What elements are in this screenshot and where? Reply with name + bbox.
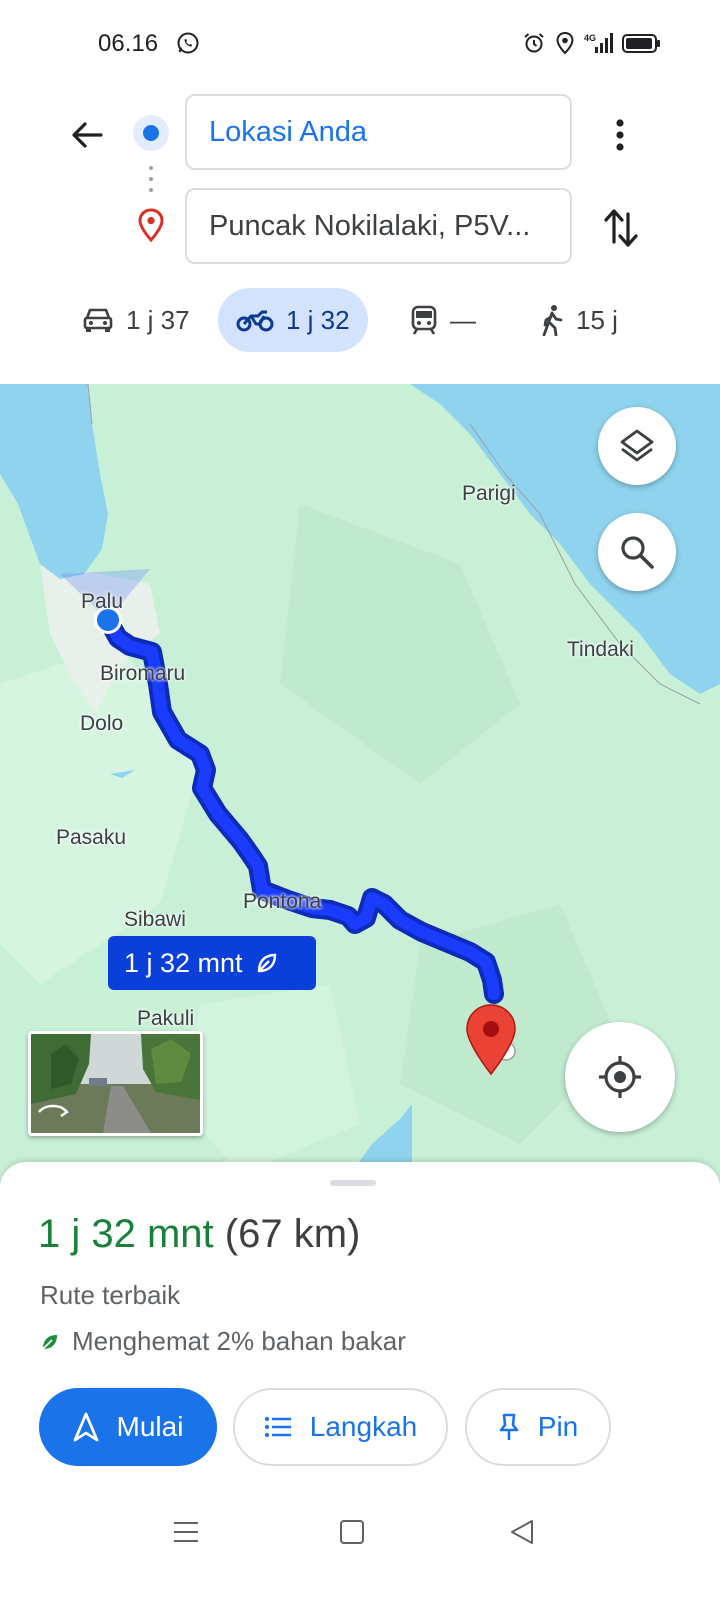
layers-button[interactable] (598, 407, 676, 485)
square-icon (340, 1520, 364, 1544)
triangle-back-icon (511, 1520, 533, 1544)
map-label-parigi: Parigi (462, 482, 516, 505)
map-label-pakuli: Pakuli (137, 1007, 195, 1030)
walk-duration: 15 j (576, 304, 618, 335)
steps-label: Langkah (309, 1411, 418, 1442)
status-time: 06.16 (98, 30, 159, 57)
fuel-saving-text: Menghemat 2% bahan bakar (72, 1326, 406, 1356)
best-route-label: Rute terbaik (40, 1280, 181, 1310)
home-button[interactable] (332, 1512, 372, 1552)
map-view[interactable]: Parigi Palu Tindaki Biromaru Dolo Pasaku… (0, 384, 720, 1184)
fuel-saving-note: Menghemat 2% bahan bakar (40, 1326, 406, 1357)
street-view-image (31, 1034, 200, 1133)
origin-input[interactable]: Lokasi Anda (185, 94, 572, 170)
svg-text:4G: 4G (584, 33, 596, 43)
route-connector (148, 166, 154, 196)
menu-icon (174, 1522, 198, 1542)
street-view-thumbnail[interactable] (28, 1031, 203, 1136)
whatsapp-icon (176, 31, 200, 55)
destination-marker-icon (136, 208, 166, 244)
status-icons: 4G (522, 31, 662, 55)
swap-button[interactable] (598, 203, 644, 253)
location-icon (554, 31, 576, 55)
swap-vert-icon (604, 209, 638, 247)
back-button[interactable] (62, 110, 112, 160)
sheet-drag-handle[interactable] (330, 1180, 376, 1186)
recent-apps-button[interactable] (166, 1512, 206, 1552)
back-arrow-icon (72, 122, 103, 148)
system-navigation-bar (0, 1490, 720, 1600)
map-label-biromaru: Biromaru (100, 662, 186, 685)
route-distance: (67 km) (224, 1212, 361, 1256)
pin-label: Pin (537, 1411, 579, 1442)
alarm-icon (522, 31, 546, 55)
map-label-palu: Palu (81, 590, 124, 613)
tab-motorcycle[interactable]: 1 j 32 (218, 288, 368, 352)
search-along-route-button[interactable] (598, 513, 676, 591)
more-vert-icon (616, 119, 624, 151)
navigation-arrow-icon (73, 1412, 98, 1442)
system-back-button[interactable] (502, 1512, 542, 1552)
destination-input[interactable]: Puncak Nokilalaki, P5V... (185, 188, 572, 264)
map-label-pasaku: Pasaku (56, 826, 127, 849)
tab-car[interactable]: 1 j 37 (64, 288, 208, 352)
pin-icon (499, 1413, 519, 1440)
transit-duration: — (450, 304, 476, 335)
map-label-tindaki: Tindaki (567, 638, 634, 661)
status-bar: 06.16 4G (0, 0, 720, 88)
tab-walk[interactable]: 15 j (522, 288, 636, 352)
eco-leaf-icon (257, 953, 276, 973)
car-icon (83, 308, 113, 332)
signal-icon: 4G (584, 31, 614, 55)
route-duration: 1 j 32 mnt (38, 1212, 214, 1256)
my-location-button[interactable] (565, 1022, 675, 1132)
motorcycle-duration: 1 j 32 (286, 304, 350, 335)
eco-leaf-icon (42, 1334, 57, 1350)
route-duration-text: 1 j 32 mnt (124, 947, 243, 978)
route-summary: 1 j 32 mnt (67 km) (38, 1212, 360, 1257)
directions-header: Lokasi Anda Puncak Nokilalaki, P5V... 1 … (0, 88, 720, 384)
battery-icon (622, 31, 662, 55)
start-navigation-button[interactable]: Mulai (39, 1388, 217, 1466)
travel-mode-tabs: 1 j 37 1 j 32 — 15 j (0, 288, 720, 352)
steps-button[interactable]: Langkah (233, 1388, 448, 1466)
map-label-pontona: Pontona (243, 890, 322, 913)
motorcycle-icon (236, 310, 274, 332)
route-duration-badge[interactable]: 1 j 32 mnt (108, 936, 316, 990)
layers-icon (620, 429, 654, 462)
more-options-button[interactable] (600, 110, 640, 160)
origin-marker-icon (133, 115, 169, 151)
map-label-sibawi: Sibawi (124, 908, 186, 931)
tab-transit[interactable]: — (392, 288, 494, 352)
train-icon (411, 305, 437, 335)
list-icon (264, 1417, 291, 1437)
crosshair-icon (599, 1056, 641, 1098)
search-icon (621, 536, 654, 569)
car-duration: 1 j 37 (126, 304, 190, 335)
pin-button[interactable]: Pin (465, 1388, 611, 1466)
map-label-dolo: Dolo (80, 712, 124, 735)
start-label: Mulai (116, 1411, 184, 1442)
walk-icon (542, 305, 563, 336)
